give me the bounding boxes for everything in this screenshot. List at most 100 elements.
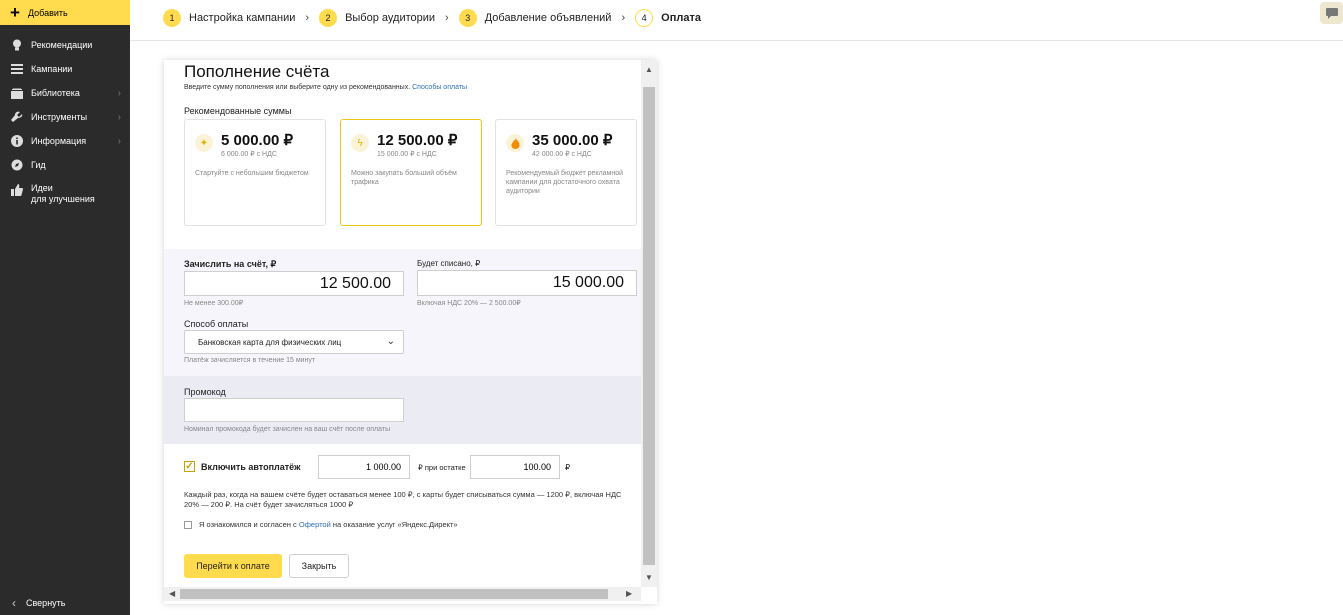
card-description: Можно закупать больший объём трафика [351,170,457,186]
card-amount: 5 000.00 ₽ [221,132,294,149]
chevron-right-icon: › [621,12,626,24]
card-vat: 15 000.00 ₽ с НДС [377,151,437,158]
sidebar-item-campaigns[interactable]: Кампании [0,59,130,79]
fire-icon [506,134,524,152]
sidebar-item-recommendations[interactable]: Рекомендации [0,35,130,55]
card-description: Стартуйте с небольшим бюджетом [195,170,309,177]
chevron-right-icon: › [117,135,121,147]
vertical-scroll-thumb[interactable] [643,87,655,565]
sidebar-item-label: Идеи [31,183,53,193]
step-audience[interactable]: 2 Выбор аудитории [319,9,435,27]
recommended-sums-label: Рекомендованные суммы [184,106,292,116]
autopay-label: Включить автоплатёж [201,462,301,472]
go-to-payment-button[interactable]: Перейти к оплате [184,554,282,578]
sparkle-icon: ✦ [195,134,213,152]
dialog-subtitle: Введите сумму пополнения или выберите од… [184,84,467,91]
sidebar-item-label: Кампании [31,64,73,74]
agree-prefix: Я ознакомился и согласен с [199,520,297,529]
sidebar-item-label: Гид [31,160,46,170]
recommended-card-selected[interactable]: ϟ 12 500.00 ₽ 15 000.00 ₽ с НДС Можно за… [340,119,482,226]
sidebar-item-library[interactable]: Библиотека › [0,83,130,103]
chat-icon [1325,7,1338,19]
close-button[interactable]: Закрыть [289,554,349,578]
autopay-amount-input[interactable] [318,455,410,479]
autopay-checkbox[interactable]: ✓ [184,461,195,472]
recommended-card[interactable]: 35 000.00 ₽ 42 000.00 ₽ с НДС Рекомендуе… [495,119,637,226]
plus-icon: + [10,3,20,22]
horizontal-scrollbar[interactable]: ◀ ▶ [164,587,641,601]
card-vat: 6 000.00 ₽ с НДС [221,151,277,158]
credit-hint: Не менее 300.00₽ [184,300,244,307]
autopay-description: Каждый раз, когда на вашем счёте будет о… [184,490,622,509]
wizard-steps: 1 Настройка кампании › 2 Выбор аудитории… [163,7,701,29]
card-amount: 35 000.00 ₽ [532,132,613,149]
step-number: 2 [319,9,338,27]
info-icon [10,134,24,148]
step-label: Настройка кампании [189,12,296,24]
guide-icon [10,158,24,172]
card-vat: 42 000.00 ₽ с НДС [532,151,592,158]
lightning-icon: ϟ [351,134,369,152]
dialog-title: Пополнение счёта [184,62,330,81]
sidebar-item-guide[interactable]: Гид [0,155,130,175]
chevron-down-icon: ⌄ [386,336,395,347]
collapse-sidebar-button[interactable]: ‹ Свернуть [0,591,130,615]
library-icon [10,86,24,100]
chevron-right-icon: › [117,111,121,123]
collapse-label: Свернуть [26,598,66,608]
top-up-dialog: Пополнение счёта Введите сумму пополнени… [164,60,657,604]
wrench-icon [10,110,24,124]
promo-hint: Номинал промокода будет зачислен на ваш … [184,426,391,433]
debit-amount-input[interactable] [417,270,637,296]
payment-method-value: Банковская карта для физических лиц [198,337,342,347]
promo-label: Промокод [184,387,226,397]
scroll-right-icon[interactable]: ▶ [626,589,632,598]
payment-method-hint: Платёж зачисляется в течение 15 минут [184,357,316,364]
sidebar-item-label: Информация [31,136,87,146]
scroll-left-icon[interactable]: ◀ [169,589,175,598]
chevron-right-icon: › [117,87,121,99]
card-description: Рекомендуемый бюджет рекламной кампании … [506,170,624,195]
chevron-right-icon: › [445,12,449,24]
offer-link[interactable]: Офертой [299,520,331,529]
step-ads[interactable]: 3 Добавление объявлений [458,9,612,27]
step-number: 3 [458,9,477,27]
add-button-label: Добавить [27,7,68,18]
payment-methods-link[interactable]: Способы оплаты [412,84,467,91]
sidebar-item-info[interactable]: Информация › [0,131,130,151]
add-button[interactable]: + Добавить [0,0,130,25]
autopay-currency: ₽ [565,463,571,472]
thumbs-up-icon [10,183,24,197]
step-number: 1 [163,9,181,27]
agree-suffix: на оказание услуг «Яндекс.Директ» [332,520,458,529]
sidebar: + Добавить Рекомендации Кампании Библиот… [0,0,130,615]
credit-amount-input[interactable] [184,271,404,296]
step-number: 4 [635,9,654,27]
horizontal-scroll-thumb[interactable] [180,589,608,599]
agree-checkbox[interactable] [184,521,192,529]
subtitle-text: Введите сумму пополнения или выберите од… [184,84,411,91]
recommended-card[interactable]: ✦ 5 000.00 ₽ 6 000.00 ₽ с НДС Стартуйте … [184,119,326,226]
card-amount: 12 500.00 ₽ [377,132,458,149]
sidebar-item-label: Библиотека [31,88,80,98]
step-campaign-settings[interactable]: 1 Настройка кампании [163,9,295,27]
sidebar-item-label: Рекомендации [31,40,93,50]
header-divider [130,40,1343,41]
chevron-left-icon: ‹ [12,596,16,610]
scroll-up-icon[interactable]: ▲ [645,65,653,74]
payment-method-label: Способ оплаты [184,319,249,329]
step-label: Добавление объявлений [484,12,612,24]
sidebar-item-ideas[interactable]: Идеи для улучшения [0,183,130,211]
payment-method-select[interactable]: Банковская карта для физических лиц ⌄ [184,330,404,354]
step-label: Выбор аудитории [345,12,436,24]
vertical-scrollbar[interactable]: ▲ ▼ [641,60,657,587]
step-payment[interactable]: 4 Оплата [635,9,701,27]
promo-input[interactable] [184,398,404,422]
scroll-down-icon[interactable]: ▼ [645,573,653,582]
sidebar-item-tools[interactable]: Инструменты › [0,107,130,127]
chat-button[interactable] [1320,2,1343,24]
debit-hint: Включая НДС 20% — 2 500.00₽ [417,300,521,307]
autopay-threshold-input[interactable] [470,455,560,479]
agree-text: Я ознакомился и согласен с Офертой на ок… [199,520,458,529]
sidebar-item-label-line2: для улучшения [31,194,95,204]
